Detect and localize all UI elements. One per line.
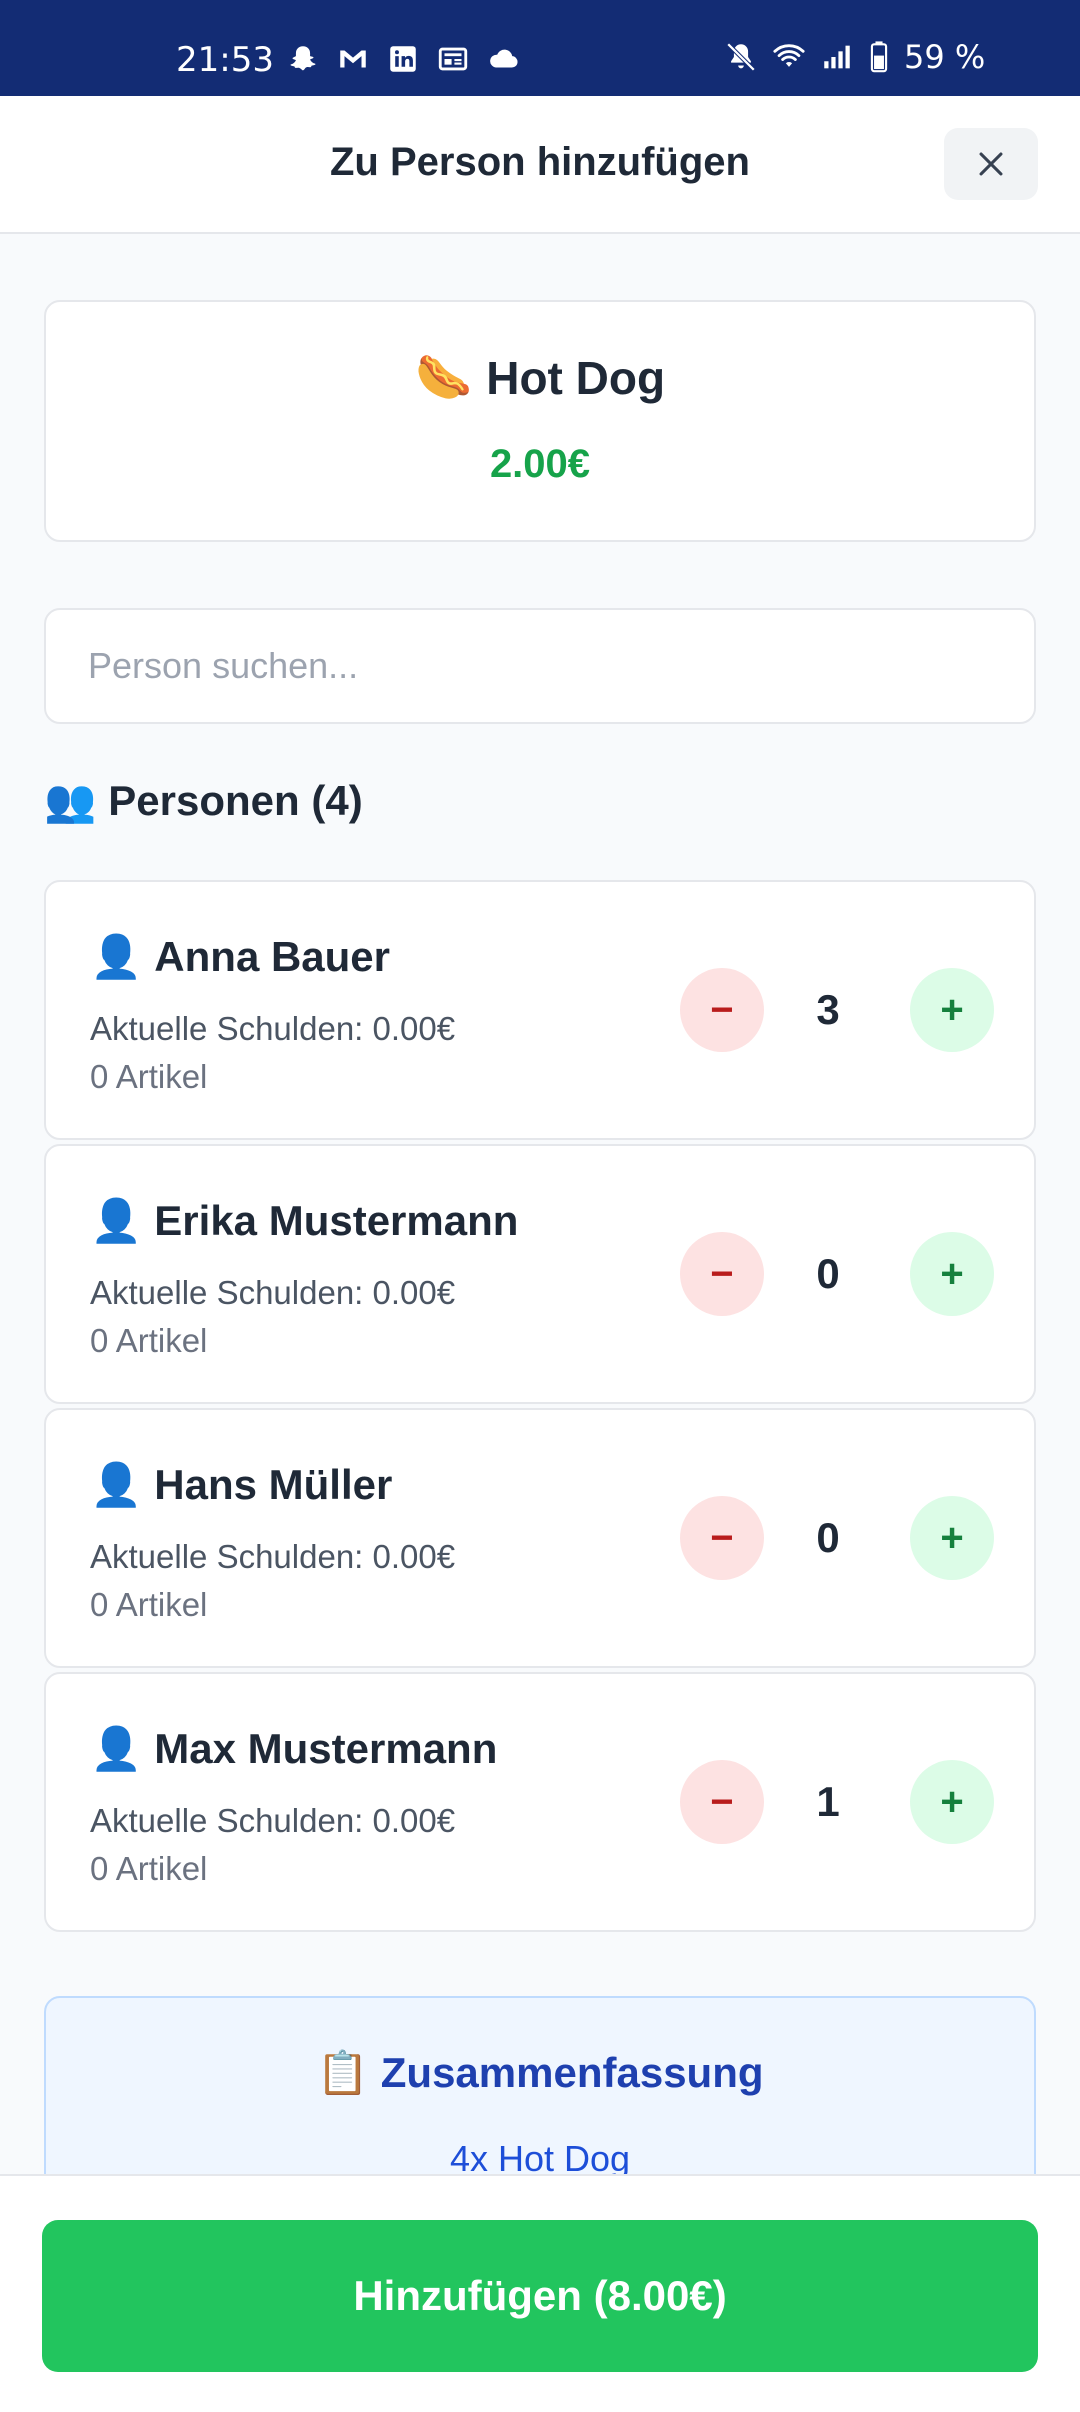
person-name-row: 👤 Hans Müller bbox=[90, 1460, 392, 1510]
persons-section-title: 👥 Personen (4) bbox=[44, 776, 363, 826]
news-icon bbox=[436, 42, 470, 76]
summary-title-row: 📋 Zusammenfassung bbox=[46, 2048, 1034, 2098]
gmail-icon bbox=[336, 42, 370, 76]
summary-title: Zusammenfassung bbox=[380, 2049, 764, 2096]
person-name-row: 👤 Erika Mustermann bbox=[90, 1196, 518, 1246]
person-card: 👤 Max Mustermann Aktuelle Schulden: 0.00… bbox=[44, 1672, 1036, 1932]
person-debt: Aktuelle Schulden: 0.00€ bbox=[90, 1010, 456, 1047]
person-debt: Aktuelle Schulden: 0.00€ bbox=[90, 1802, 456, 1839]
person-search-input[interactable] bbox=[44, 608, 1036, 724]
person-icon: 👤 bbox=[90, 1460, 143, 1509]
person-card: 👤 Hans Müller Aktuelle Schulden: 0.00€ 0… bbox=[44, 1408, 1036, 1668]
person-name-row: 👤 Max Mustermann bbox=[90, 1724, 497, 1774]
add-button[interactable]: Hinzufügen (8.00€) bbox=[42, 2220, 1038, 2372]
close-icon bbox=[979, 152, 1003, 176]
cloud-icon bbox=[486, 42, 520, 76]
hotdog-icon: 🌭 bbox=[414, 350, 473, 404]
status-bar: 21:53 59 % bbox=[0, 0, 1080, 96]
product-card: 🌭 Hot Dog 2.00€ bbox=[44, 300, 1036, 542]
product-price: 2.00€ bbox=[489, 442, 591, 486]
product-name: Hot Dog bbox=[486, 351, 666, 404]
person-name: Erika Mustermann bbox=[154, 1197, 519, 1244]
snapchat-icon bbox=[286, 42, 320, 76]
quantity-value: 0 bbox=[816, 1250, 840, 1297]
quantity-value: 0 bbox=[816, 1514, 840, 1561]
decrement-button[interactable]: − bbox=[680, 968, 764, 1052]
person-item-count: 0 Artikel bbox=[90, 1850, 208, 1887]
decrement-button[interactable]: − bbox=[680, 1232, 764, 1316]
signal-icon bbox=[820, 40, 854, 74]
increment-button[interactable]: + bbox=[910, 968, 994, 1052]
product-name-row: 🌭 Hot Dog bbox=[46, 350, 1034, 405]
battery-percent: 59 % bbox=[904, 38, 986, 76]
person-icon: 👤 bbox=[90, 1724, 143, 1773]
decrement-button[interactable]: − bbox=[680, 1496, 764, 1580]
linkedin-icon bbox=[386, 42, 420, 76]
quantity-value: 1 bbox=[816, 1778, 840, 1825]
person-debt: Aktuelle Schulden: 0.00€ bbox=[90, 1538, 456, 1575]
quantity-value: 3 bbox=[816, 986, 840, 1033]
person-icon: 👤 bbox=[90, 1196, 143, 1245]
person-name: Max Mustermann bbox=[154, 1725, 498, 1772]
person-item-count: 0 Artikel bbox=[90, 1058, 208, 1095]
increment-button[interactable]: + bbox=[910, 1760, 994, 1844]
battery-icon bbox=[868, 40, 890, 74]
dialog-title: Zu Person hinzufügen bbox=[330, 140, 750, 184]
dialog-header: Zu Person hinzufügen bbox=[0, 96, 1080, 234]
increment-button[interactable]: + bbox=[910, 1496, 994, 1580]
person-card: 👤 Anna Bauer Aktuelle Schulden: 0.00€ 0 … bbox=[44, 880, 1036, 1140]
clipboard-icon: 📋 bbox=[316, 2048, 369, 2097]
status-time: 21:53 bbox=[176, 40, 274, 80]
person-icon: 👤 bbox=[90, 932, 143, 981]
persons-count-label: Personen (4) bbox=[108, 777, 363, 824]
person-name: Hans Müller bbox=[154, 1461, 393, 1508]
person-item-count: 0 Artikel bbox=[90, 1322, 208, 1359]
person-item-count: 0 Artikel bbox=[90, 1586, 208, 1623]
decrement-button[interactable]: − bbox=[680, 1760, 764, 1844]
notification-icons bbox=[286, 42, 520, 76]
mute-icon bbox=[724, 40, 758, 74]
person-name: Anna Bauer bbox=[154, 933, 391, 980]
wifi-icon bbox=[772, 40, 806, 74]
person-debt: Aktuelle Schulden: 0.00€ bbox=[90, 1274, 456, 1311]
person-name-row: 👤 Anna Bauer bbox=[90, 932, 390, 982]
increment-button[interactable]: + bbox=[910, 1232, 994, 1316]
system-icons: 59 % bbox=[724, 38, 985, 76]
people-icon: 👥 bbox=[44, 776, 97, 825]
person-card: 👤 Erika Mustermann Aktuelle Schulden: 0.… bbox=[44, 1144, 1036, 1404]
footer-bar: Hinzufügen (8.00€) bbox=[0, 2174, 1080, 2412]
close-button[interactable] bbox=[944, 128, 1038, 200]
